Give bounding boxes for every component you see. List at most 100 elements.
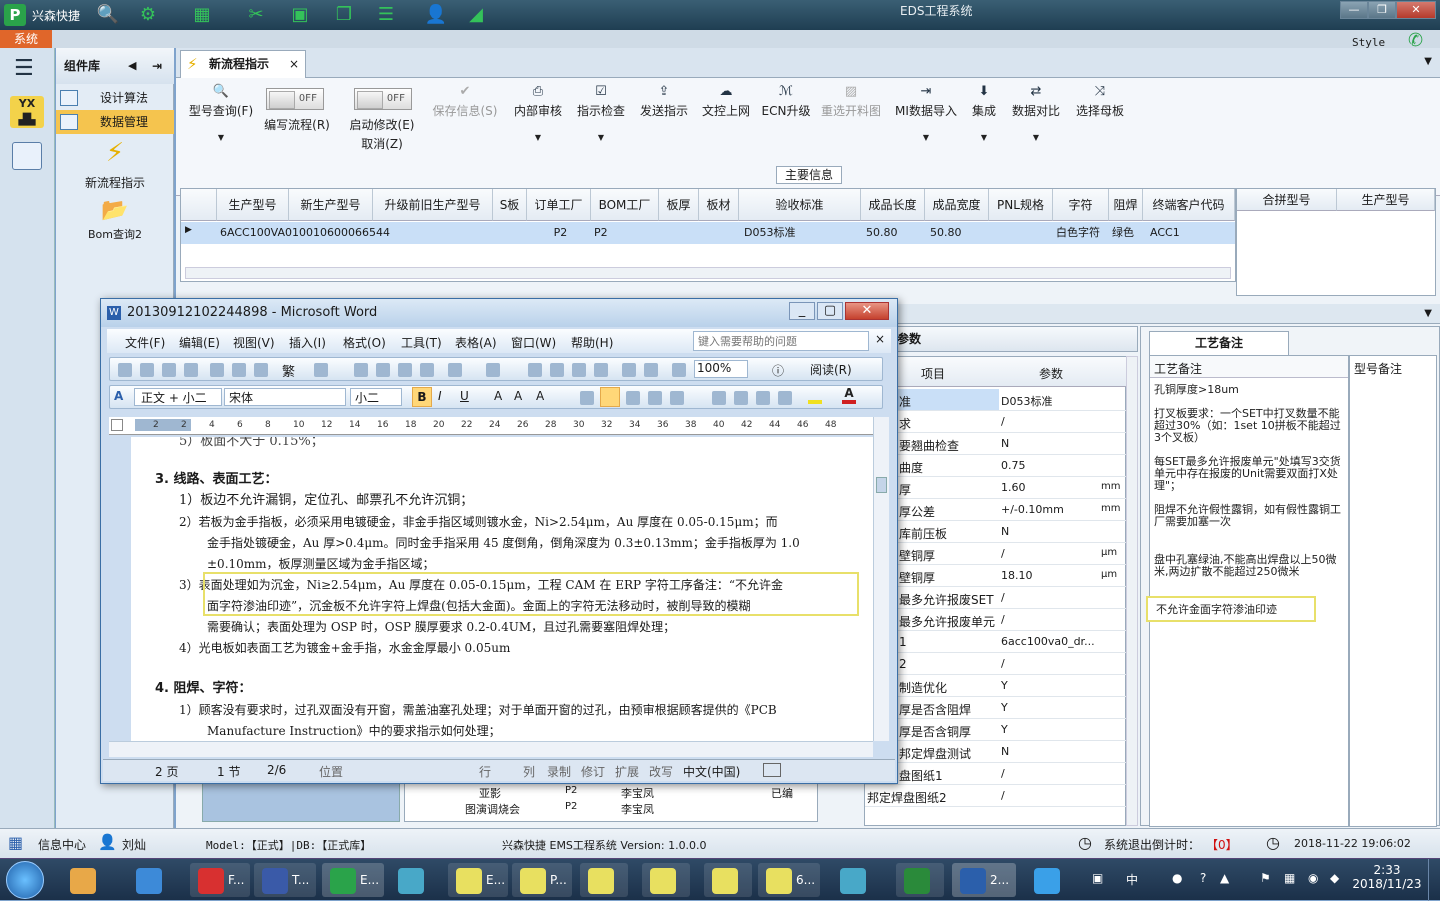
cell[interactable]: 绿色: [1109, 223, 1134, 243]
char-shading-button[interactable]: A: [514, 389, 522, 403]
table-row[interactable]: 壁铜厚 18.10 μm: [865, 565, 1127, 587]
params-tab[interactable]: 参数: [858, 326, 1138, 352]
user-icon[interactable]: 👤: [424, 3, 448, 27]
spell-check-icon[interactable]: [254, 363, 268, 377]
cell[interactable]: 50.80: [927, 223, 962, 243]
taskbar-app-cam3[interactable]: [704, 863, 752, 897]
system-tab[interactable]: 系统: [0, 30, 52, 48]
tables-borders-icon[interactable]: [550, 363, 564, 377]
cell[interactable]: 50.80: [863, 223, 898, 243]
chevron-left-icon[interactable]: ◀: [128, 48, 136, 84]
ime-icon[interactable]: ▣: [1092, 871, 1103, 885]
status-overtype[interactable]: 改写: [649, 763, 673, 780]
taskbar-app-excel[interactable]: [896, 863, 944, 897]
reselect-cutting-button[interactable]: ▨ 重选开料图: [818, 84, 884, 119]
internal-review-button[interactable]: ⎙ 内部审核 ▼: [510, 84, 566, 142]
style-select[interactable]: 正文 + 小二: [134, 388, 222, 406]
status-extend[interactable]: 扩展: [615, 763, 639, 780]
taskbar-app-eds[interactable]: E...: [322, 863, 384, 897]
traditional-chinese-icon[interactable]: 繁: [282, 361, 295, 380]
column-header[interactable]: 成品宽度: [925, 189, 989, 221]
scissors-icon[interactable]: ✂: [244, 3, 268, 27]
search-icon[interactable]: 🔍: [96, 3, 120, 27]
insert-table-icon[interactable]: [572, 363, 586, 377]
status-track[interactable]: 修订: [581, 763, 605, 780]
yx-logo-icon[interactable]: YX ▟▙: [10, 96, 44, 128]
document-map-icon[interactable]: [672, 363, 686, 377]
column-header[interactable]: 参数: [1039, 365, 1063, 382]
translate-icon[interactable]: [314, 363, 328, 377]
preview-icon[interactable]: [232, 363, 246, 377]
table-row[interactable]: 库前压板 N: [865, 521, 1127, 543]
bold-button[interactable]: B: [412, 387, 432, 407]
chevron-down-icon[interactable]: ▼: [1424, 308, 1432, 319]
column-header[interactable]: 工艺备注: [1154, 360, 1202, 377]
film-icon[interactable]: ▣: [288, 3, 312, 27]
menu-view[interactable]: 视图(V): [233, 334, 275, 351]
paste-icon[interactable]: [398, 363, 412, 377]
align-center-button[interactable]: [600, 387, 620, 407]
styles-icon[interactable]: A: [114, 389, 123, 403]
copy-icon[interactable]: [376, 363, 390, 377]
table-row[interactable]: 最多允许报废单元 /: [865, 609, 1127, 631]
save-icon[interactable]: [162, 363, 176, 377]
line-spacing-icon[interactable]: [670, 391, 684, 405]
word-horizontal-scrollbar[interactable]: [109, 741, 873, 757]
cell[interactable]: 10010600066544: [289, 223, 390, 243]
word-vertical-scrollbar[interactable]: [873, 417, 889, 741]
tech-notes-tab[interactable]: 工艺备注: [1149, 331, 1289, 355]
scroll-thumb[interactable]: [876, 477, 887, 493]
font-color-icon[interactable]: A: [842, 386, 856, 404]
menu-help[interactable]: 帮助(H): [571, 334, 613, 351]
close-button[interactable]: ✕: [1396, 1, 1436, 19]
data-compare-button[interactable]: ⇄ 数据对比 ▼: [1008, 84, 1064, 142]
send-instruction-button[interactable]: ⇪ 发送指示: [636, 84, 692, 119]
cut-icon[interactable]: [354, 363, 368, 377]
word-minimize-button[interactable]: _: [789, 302, 815, 320]
shield-icon[interactable]: ◆: [1330, 871, 1339, 885]
table-row[interactable]: 准 D053标准: [865, 389, 1127, 411]
doc-online-button[interactable]: ☁ 文控上网: [698, 84, 754, 119]
calculator-icon[interactable]: [12, 142, 42, 170]
mi-import-button[interactable]: ⇥ MI数据导入 ▼: [892, 84, 960, 142]
network-icon[interactable]: ▦: [1284, 871, 1295, 885]
taskbar-app-p[interactable]: P...: [512, 863, 572, 897]
taskbar-app-word[interactable]: 2...: [952, 863, 1016, 897]
font-select[interactable]: 宋体: [224, 388, 346, 406]
redo-icon[interactable]: [486, 363, 500, 377]
column-header[interactable]: S板: [493, 189, 527, 221]
taskbar-app-cam2[interactable]: [642, 863, 690, 897]
column-header[interactable]: 板厚: [659, 189, 699, 221]
taskbar-app-shell[interactable]: [62, 863, 110, 897]
help-icon[interactable]: ?: [1200, 871, 1206, 885]
info-center-link[interactable]: 信息中心: [38, 836, 86, 853]
document-page[interactable]: 5）板面不大于 0.15%； 3. 线路、表面工艺： 1）板边不允许漏铜，定位孔…: [131, 437, 873, 741]
menu-tools[interactable]: 工具(T): [401, 334, 442, 351]
justify-icon[interactable]: [648, 391, 662, 405]
read-mode-button[interactable]: 阅读(R): [810, 361, 852, 378]
flag-icon[interactable]: ⚑: [1260, 871, 1271, 885]
table-row[interactable]: 厚公差 +/-0.10mm mm: [865, 499, 1127, 521]
taskbar-app-f[interactable]: F...: [190, 863, 250, 897]
grid-icon[interactable]: ▦: [8, 833, 23, 852]
vertical-scrollbar[interactable]: [1126, 356, 1138, 826]
menu-file[interactable]: 文件(F): [125, 334, 165, 351]
print-icon[interactable]: [210, 363, 224, 377]
taskbar-app-t[interactable]: T...: [254, 863, 316, 897]
italic-button[interactable]: I: [438, 389, 442, 403]
word-maximize-button[interactable]: ▢: [817, 302, 843, 320]
column-header[interactable]: 板材: [699, 189, 739, 221]
insert-excel-icon[interactable]: [594, 363, 608, 377]
table-row[interactable]: 求 /: [865, 411, 1127, 433]
chart-icon[interactable]: ◢: [464, 3, 488, 27]
tab-new-flow[interactable]: ⚡ 新流程指示 ×: [180, 50, 306, 78]
column-header[interactable]: 合拼型号: [1237, 189, 1337, 211]
column-header[interactable]: PNL规格: [989, 189, 1053, 221]
table-row[interactable]: 盘图纸1 /: [865, 763, 1127, 785]
taskbar-app-6[interactable]: 6...: [758, 863, 820, 897]
cell[interactable]: D053标准: [741, 223, 795, 243]
table-row[interactable]: 2/: [865, 653, 1127, 675]
gear-icon[interactable]: ⚙: [136, 3, 160, 27]
column-header[interactable]: BOM工厂: [591, 189, 659, 221]
column-header[interactable]: 阻焊: [1109, 189, 1143, 221]
